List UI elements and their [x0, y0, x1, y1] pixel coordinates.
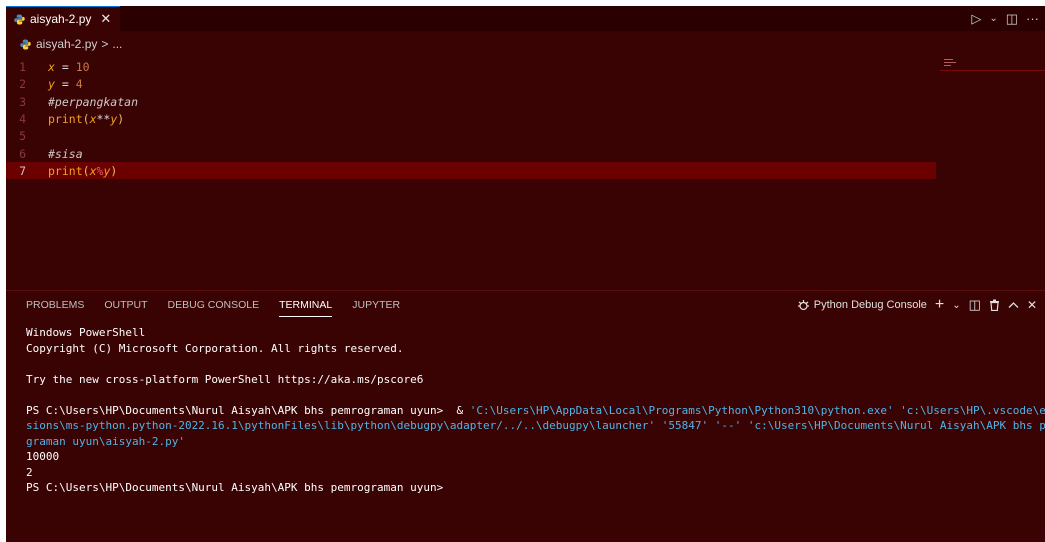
terminal-prompt: PS C:\Users\HP\Documents\Nurul Aisyah\AP… — [26, 481, 444, 494]
code-line[interactable]: 5 — [6, 127, 936, 144]
run-icon[interactable]: ▷ — [971, 11, 981, 27]
terminal-prompt: PS C:\Users\HP\Documents\Nurul Aisyah\AP… — [26, 403, 470, 417]
terminal-selector[interactable]: Python Debug Console — [814, 299, 927, 311]
terminal-output[interactable]: Windows PowerShell Copyright (C) Microso… — [26, 325, 1045, 496]
maximize-panel-icon[interactable] — [1008, 301, 1019, 309]
operator: = — [54, 59, 76, 74]
python-file-icon — [20, 38, 31, 50]
more-actions-icon[interactable]: ··· — [1026, 11, 1039, 26]
operator: = — [54, 76, 76, 91]
breadcrumb-separator: > — [101, 37, 109, 51]
tab-aisyah-2[interactable]: aisyah-2.py ✕ — [6, 6, 120, 31]
close-panel-icon[interactable]: ✕ — [1027, 298, 1037, 312]
paren-close: ) — [117, 111, 125, 126]
tab-jupyter[interactable]: JUPYTER — [342, 291, 410, 319]
trash-icon[interactable] — [989, 299, 1000, 311]
code-line[interactable]: 4 print(x**y) — [6, 110, 936, 127]
breadcrumb: aisyah-2.py > ... — [20, 36, 122, 52]
terminal-line: sions\ms-python.python-2022.16.1\pythonF… — [26, 419, 1045, 432]
terminal-line: Windows PowerShell — [26, 326, 146, 339]
minimap-line — [944, 59, 953, 60]
variable-x: x — [48, 59, 55, 74]
minimap-line — [944, 62, 956, 63]
terminal-line: graman uyun\aisyah-2.py' — [26, 434, 185, 448]
comment: #sisa — [48, 146, 83, 161]
number-literal: 10 — [75, 59, 90, 74]
panel-actions: Python Debug Console + ⌄ ◫ ✕ — [797, 291, 1037, 319]
operator: ** — [96, 111, 111, 126]
function-print: print — [48, 111, 83, 126]
command-string: 'C:\Users\HP\AppData\Local\Programs\Pyth… — [469, 403, 1045, 417]
variable-x: x — [89, 163, 97, 178]
bottom-panel: PROBLEMS OUTPUT DEBUG CONSOLE TERMINAL J… — [6, 290, 1045, 542]
code-line[interactable]: 2 y = 4 — [6, 75, 936, 92]
number-literal: 4 — [75, 76, 83, 91]
code-line[interactable]: 1 x = 10 — [6, 58, 936, 75]
line-number: 6 — [19, 146, 26, 161]
code-line[interactable]: 6 #sisa — [6, 145, 936, 162]
function-print: print — [48, 163, 83, 178]
line-number: 7 — [19, 163, 26, 178]
minimap-viewport — [940, 70, 1045, 71]
minimap-line — [944, 65, 951, 66]
comment: #perpangkatan — [48, 94, 139, 109]
line-number: 5 — [19, 128, 26, 143]
terminal-line: Try the new cross-platform PowerShell ht… — [26, 372, 424, 386]
breadcrumb-file[interactable]: aisyah-2.py — [36, 37, 97, 51]
tab-output[interactable]: OUTPUT — [94, 291, 157, 319]
terminal-line: Copyright (C) Microsoft Corporation. All… — [26, 341, 404, 355]
split-terminal-icon[interactable]: ◫ — [969, 297, 981, 313]
code-line[interactable]: 3 #perpangkatan — [6, 93, 936, 110]
breadcrumb-more[interactable]: ... — [112, 37, 122, 51]
panel-tabs: PROBLEMS OUTPUT DEBUG CONSOLE TERMINAL J… — [26, 291, 410, 319]
new-terminal-icon[interactable]: + — [935, 296, 944, 314]
variable-y: y — [48, 76, 55, 91]
paren-open: ( — [82, 111, 90, 126]
code-line-active[interactable]: 7 print(x%y) — [6, 162, 936, 179]
tab-debug-console[interactable]: DEBUG CONSOLE — [158, 291, 270, 319]
paren-open: ( — [82, 163, 90, 178]
code-editor[interactable]: 1 x = 10 2 y = 4 3 #perpangkatan 4 print… — [6, 54, 1045, 290]
minimap[interactable] — [940, 54, 1045, 76]
terminal-line: PS C:\Users\HP\Documents\Nurul Aisyah\AP… — [26, 403, 1045, 419]
close-tab-icon[interactable]: ✕ — [100, 11, 111, 27]
tab-label: aisyah-2.py — [30, 12, 92, 26]
line-number: 4 — [19, 111, 26, 126]
tab-bar: aisyah-2.py ✕ ▷ ⌄ ◫ ··· — [6, 6, 1045, 31]
tab-problems[interactable]: PROBLEMS — [26, 291, 94, 319]
terminal-line: 10000 — [26, 450, 60, 463]
python-file-icon — [14, 13, 25, 25]
line-number: 1 — [19, 59, 26, 74]
line-number: 3 — [19, 94, 26, 109]
split-editor-icon[interactable]: ◫ — [1006, 11, 1018, 27]
tab-terminal[interactable]: TERMINAL — [269, 291, 342, 319]
debug-icon — [797, 299, 809, 310]
vscode-window: aisyah-2.py ✕ ▷ ⌄ ◫ ··· aisyah-2.py > ..… — [6, 6, 1045, 542]
chevron-down-icon[interactable]: ⌄ — [989, 13, 997, 24]
line-number: 2 — [19, 76, 26, 91]
variable-x: x — [89, 111, 97, 126]
paren-close: ) — [110, 163, 118, 178]
terminal-line: 2 — [26, 465, 33, 479]
editor-actions: ▷ ⌄ ◫ ··· — [971, 6, 1039, 31]
chevron-down-icon[interactable]: ⌄ — [952, 300, 960, 311]
